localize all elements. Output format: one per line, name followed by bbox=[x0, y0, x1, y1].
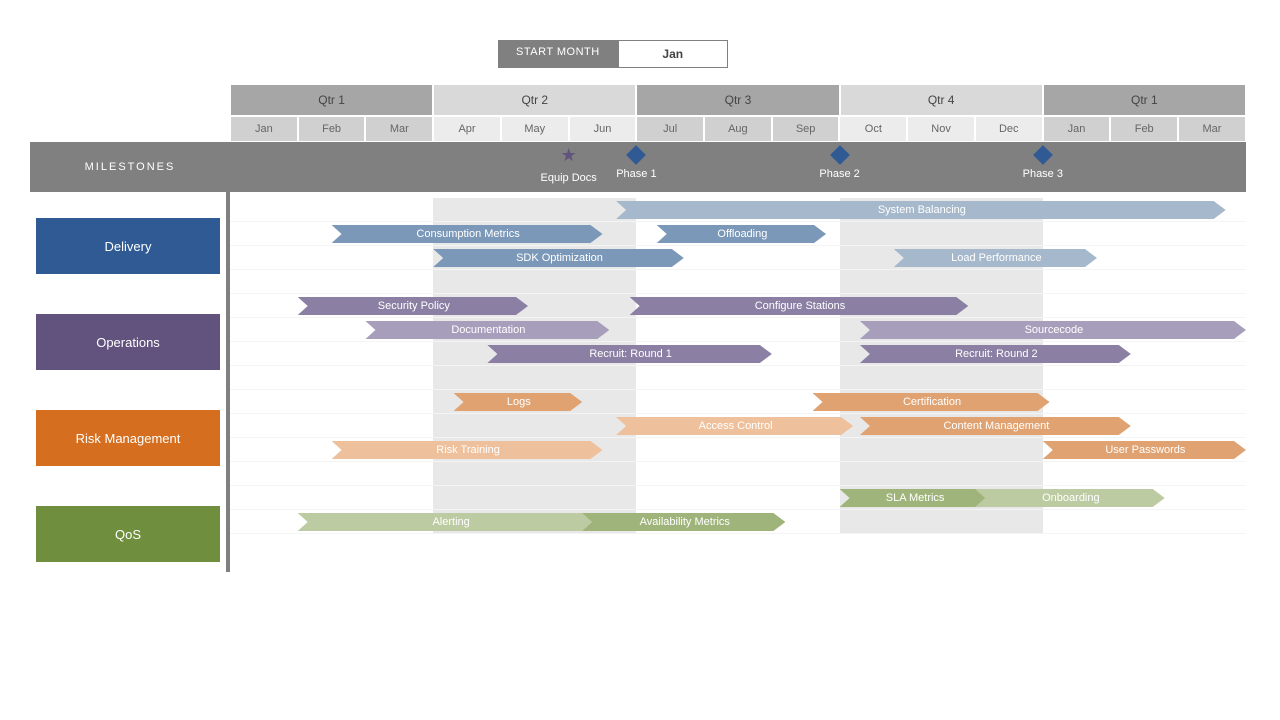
task-row: Consumption Metrics Offloading bbox=[230, 222, 1246, 246]
milestones-row: MILESTONES ★Equip DocsPhase 1Phase 2Phas… bbox=[30, 142, 1250, 192]
task-row: System Balancing bbox=[230, 198, 1246, 222]
milestone-label: Phase 3 bbox=[1003, 168, 1083, 180]
month-cell: Sep bbox=[772, 116, 840, 142]
month-cell: Feb bbox=[1110, 116, 1178, 142]
task-rows: System Balancing Consumption Metrics Offlo… bbox=[230, 192, 1246, 572]
task-bar[interactable]: Offloading bbox=[657, 225, 826, 243]
task-bar[interactable]: Certification bbox=[813, 393, 1050, 411]
month-row: JanFebMarAprMayJunJulAugSepOctNovDecJanF… bbox=[230, 116, 1246, 142]
task-bar[interactable]: Recruit: Round 1 bbox=[487, 345, 771, 363]
month-cell: Apr bbox=[433, 116, 501, 142]
milestone-marker: Phase 1 bbox=[596, 148, 676, 180]
quarter-cell: Qtr 1 bbox=[230, 84, 433, 116]
month-cell: Jan bbox=[1043, 116, 1111, 142]
diamond-icon bbox=[1033, 145, 1053, 165]
task-bar[interactable]: User Passwords bbox=[1043, 441, 1246, 459]
quarter-cell: Qtr 1 bbox=[1043, 84, 1246, 116]
task-row: SLA MetricsOnboarding bbox=[230, 486, 1246, 510]
category-operations[interactable]: Operations bbox=[36, 314, 220, 370]
month-cell: Dec bbox=[975, 116, 1043, 142]
month-cell: Feb bbox=[298, 116, 366, 142]
task-row: Documentation Sourcecode bbox=[230, 318, 1246, 342]
roadmap-gantt: START MONTH Jan Qtr 1Qtr 2Qtr 3Qtr 4Qtr … bbox=[30, 40, 1250, 572]
task-row: SDK Optimization Load Performance bbox=[230, 246, 1246, 270]
category-delivery[interactable]: Delivery bbox=[36, 218, 220, 274]
task-bar[interactable]: Alerting bbox=[298, 513, 603, 531]
milestone-marker: Phase 2 bbox=[800, 148, 880, 180]
milestones-label: MILESTONES bbox=[30, 142, 230, 192]
task-bar[interactable]: Load Performance bbox=[894, 249, 1097, 267]
task-bar[interactable]: SDK Optimization bbox=[433, 249, 684, 267]
task-bar[interactable]: Consumption Metrics bbox=[332, 225, 603, 243]
diamond-icon bbox=[626, 145, 646, 165]
month-cell: Aug bbox=[704, 116, 772, 142]
start-month-row: START MONTH Jan bbox=[230, 40, 1250, 68]
task-row bbox=[230, 270, 1246, 294]
task-bar[interactable]: Risk Training bbox=[332, 441, 603, 459]
timeline-header: Qtr 1Qtr 2Qtr 3Qtr 4Qtr 1 JanFebMarAprMa… bbox=[30, 84, 1250, 142]
category-qos[interactable]: QoS bbox=[36, 506, 220, 562]
task-bar[interactable]: Access Control bbox=[616, 417, 853, 435]
quarter-cell: Qtr 2 bbox=[433, 84, 636, 116]
task-bar[interactable]: Configure Stations bbox=[630, 297, 969, 315]
task-bar[interactable]: Recruit: Round 2 bbox=[860, 345, 1131, 363]
milestone-label: Phase 1 bbox=[596, 168, 676, 180]
task-row: Logs Certification bbox=[230, 390, 1246, 414]
category-column: Delivery Operations Risk Management QoS bbox=[30, 192, 230, 572]
task-row bbox=[230, 366, 1246, 390]
milestone-marker: Phase 3 bbox=[1003, 148, 1083, 180]
task-bar[interactable]: Sourcecode bbox=[860, 321, 1246, 339]
quarter-row: Qtr 1Qtr 2Qtr 3Qtr 4Qtr 1 bbox=[230, 84, 1246, 116]
task-bar[interactable]: Documentation bbox=[365, 321, 609, 339]
task-bar[interactable]: Onboarding bbox=[975, 489, 1165, 507]
task-row bbox=[230, 462, 1246, 486]
month-cell: Mar bbox=[365, 116, 433, 142]
month-cell: Nov bbox=[907, 116, 975, 142]
quarter-cell: Qtr 4 bbox=[840, 84, 1043, 116]
task-row: Access Control Content Management bbox=[230, 414, 1246, 438]
task-bar[interactable]: Availability Metrics bbox=[582, 513, 785, 531]
month-cell: Jun bbox=[569, 116, 637, 142]
month-cell: Mar bbox=[1178, 116, 1246, 142]
month-cell: Jul bbox=[636, 116, 704, 142]
month-cell: Jan bbox=[230, 116, 298, 142]
task-bar[interactable]: Content Management bbox=[860, 417, 1131, 435]
task-bar[interactable]: Logs bbox=[454, 393, 583, 411]
task-row: AlertingAvailability Metrics bbox=[230, 510, 1246, 534]
start-month-label: START MONTH bbox=[498, 40, 618, 68]
month-cell: May bbox=[501, 116, 569, 142]
task-bar[interactable]: Security Policy bbox=[298, 297, 528, 315]
task-bar[interactable]: System Balancing bbox=[616, 201, 1226, 219]
task-row: Risk Training User Passwords bbox=[230, 438, 1246, 462]
milestones-track: ★Equip DocsPhase 1Phase 2Phase 3 bbox=[230, 142, 1246, 192]
task-row: Recruit: Round 1 Recruit: Round 2 bbox=[230, 342, 1246, 366]
milestone-label: Phase 2 bbox=[800, 168, 880, 180]
gantt-body: Delivery Operations Risk Management QoS Sys… bbox=[30, 192, 1250, 572]
month-cell: Oct bbox=[839, 116, 907, 142]
category-risk[interactable]: Risk Management bbox=[36, 410, 220, 466]
task-row: Security Policy Configure Stations bbox=[230, 294, 1246, 318]
task-bar[interactable]: SLA Metrics bbox=[840, 489, 989, 507]
start-month-input[interactable]: Jan bbox=[618, 40, 728, 68]
diamond-icon bbox=[830, 145, 850, 165]
quarter-cell: Qtr 3 bbox=[636, 84, 839, 116]
